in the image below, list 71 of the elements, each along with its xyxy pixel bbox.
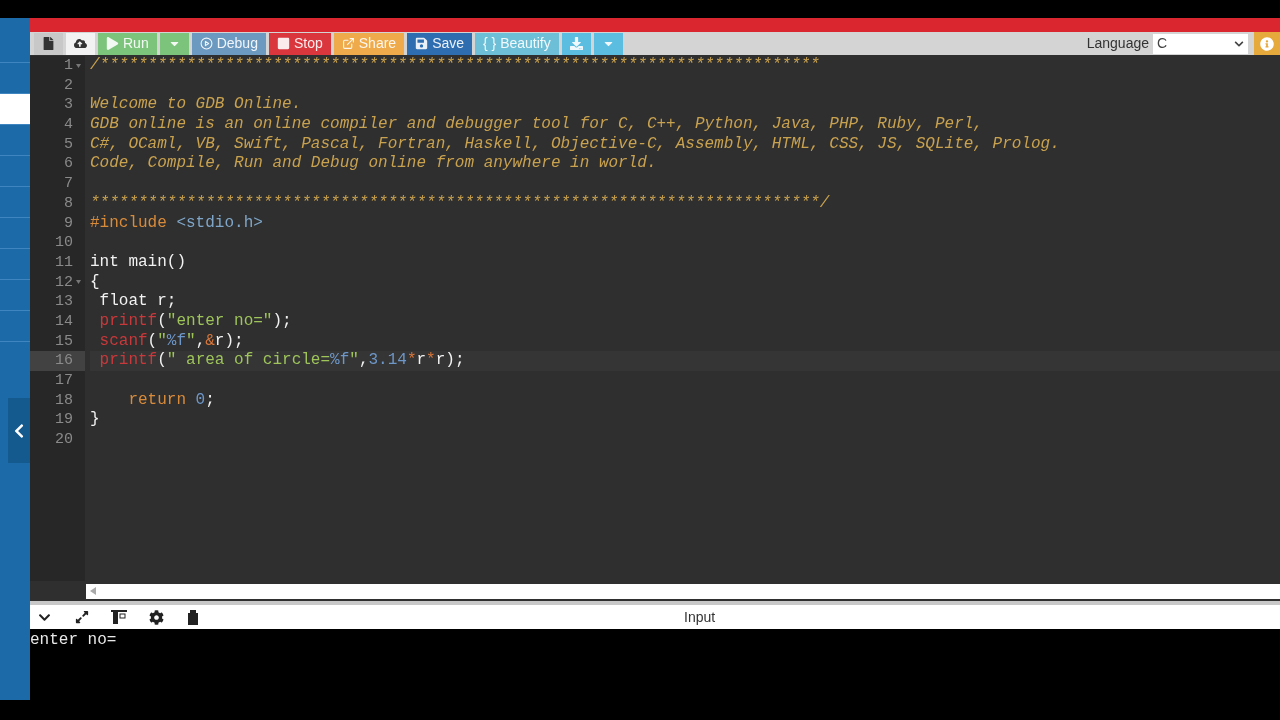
line-number: 12 <box>55 272 73 293</box>
code-line: GDB online is an online compiler and debugger tool for C, C++, Python, Java, PHP, Ruby, Perl, <box>90 115 983 134</box>
dropdown-button[interactable] <box>159 32 189 55</box>
line-number: 19 <box>55 410 73 431</box>
line-number: 1 <box>64 56 73 76</box>
download-icon <box>569 37 583 50</box>
line-number: 16 <box>55 351 73 371</box>
debug-button[interactable]: Debug <box>191 32 266 55</box>
line-number: 8 <box>64 193 73 214</box>
panel-icon[interactable] <box>111 610 127 624</box>
line-number: 9 <box>64 213 73 234</box>
line-number: 20 <box>55 430 73 450</box>
line-number: 6 <box>64 154 73 175</box>
code-line: return 0; <box>127 390 215 409</box>
code-line: ****************************************************************************/ <box>90 193 830 212</box>
code-line: { <box>90 272 100 291</box>
save-icon <box>415 37 429 50</box>
stop-button[interactable]: Stop <box>268 32 331 55</box>
download-button[interactable] <box>561 32 591 55</box>
info-button[interactable] <box>1254 32 1280 55</box>
line-number: 14 <box>55 311 73 332</box>
dropdown-button[interactable] <box>593 32 623 55</box>
settings-icon[interactable] <box>149 609 164 625</box>
chevron-left-icon <box>13 422 25 439</box>
console-title: Input <box>684 607 716 627</box>
new-button[interactable] <box>34 32 63 55</box>
code-line: int main() <box>90 252 186 271</box>
code-line: printf(" area of circle=%f",3.14*r*r); <box>98 351 465 370</box>
code-line: float r; <box>98 292 177 311</box>
code-line: Welcome to GDB Online. <box>90 95 302 114</box>
stop-icon <box>276 37 290 50</box>
line-number: 18 <box>55 390 73 411</box>
play-circle-icon <box>199 37 213 50</box>
horizontal-scrollbar[interactable] <box>86 583 1280 599</box>
code-line: /*************************************************************************** <box>90 56 820 74</box>
line-number: 7 <box>64 174 73 194</box>
line-number: 15 <box>55 331 73 352</box>
upload-button[interactable] <box>66 32 95 55</box>
file-icon <box>42 37 55 50</box>
code-line: printf("enter no="); <box>98 311 292 330</box>
info-icon <box>1260 36 1274 51</box>
run-button[interactable]: Run <box>98 32 157 55</box>
code-line: C#, OCaml, VB, Swift, Pascal, Fortran, Haskell, Objective-C, Assembly, HTML, CSS, JS, SQLite, Prolog. <box>90 134 1060 153</box>
code-line: #include <stdio.h> <box>90 213 263 232</box>
line-number: 10 <box>55 233 73 253</box>
save-button[interactable]: Save <box>407 32 473 55</box>
fold-icon[interactable] <box>75 63 81 68</box>
line-number: 4 <box>64 115 73 135</box>
sidebar-item[interactable] <box>0 94 30 125</box>
clipboard-icon[interactable] <box>186 609 200 625</box>
line-number: 3 <box>64 95 73 116</box>
code-line: scanf("%f",&r); <box>98 331 244 350</box>
line-number: 11 <box>55 252 73 273</box>
line-number: 17 <box>55 371 73 391</box>
collapse-button[interactable] <box>8 398 30 463</box>
beautify-button[interactable]: { } Beautify <box>475 32 559 55</box>
language-select[interactable]: C <box>1153 33 1248 54</box>
line-number: 5 <box>64 134 73 155</box>
code-line: } <box>90 410 100 429</box>
language-label: Language <box>1086 34 1149 53</box>
line-number: 13 <box>55 292 73 312</box>
play-icon <box>106 37 119 50</box>
share-button[interactable]: Share <box>333 32 405 55</box>
line-number: 2 <box>64 75 73 96</box>
share-icon <box>341 37 355 50</box>
expand-icon[interactable] <box>75 610 89 624</box>
chevron-down-icon <box>1234 38 1244 49</box>
scroll-left-icon <box>90 587 96 595</box>
fold-icon[interactable] <box>75 280 81 285</box>
cloud-upload-icon <box>74 37 87 50</box>
code-line: Code, Compile, Run and Debug online from anywhere in world. <box>90 154 657 173</box>
